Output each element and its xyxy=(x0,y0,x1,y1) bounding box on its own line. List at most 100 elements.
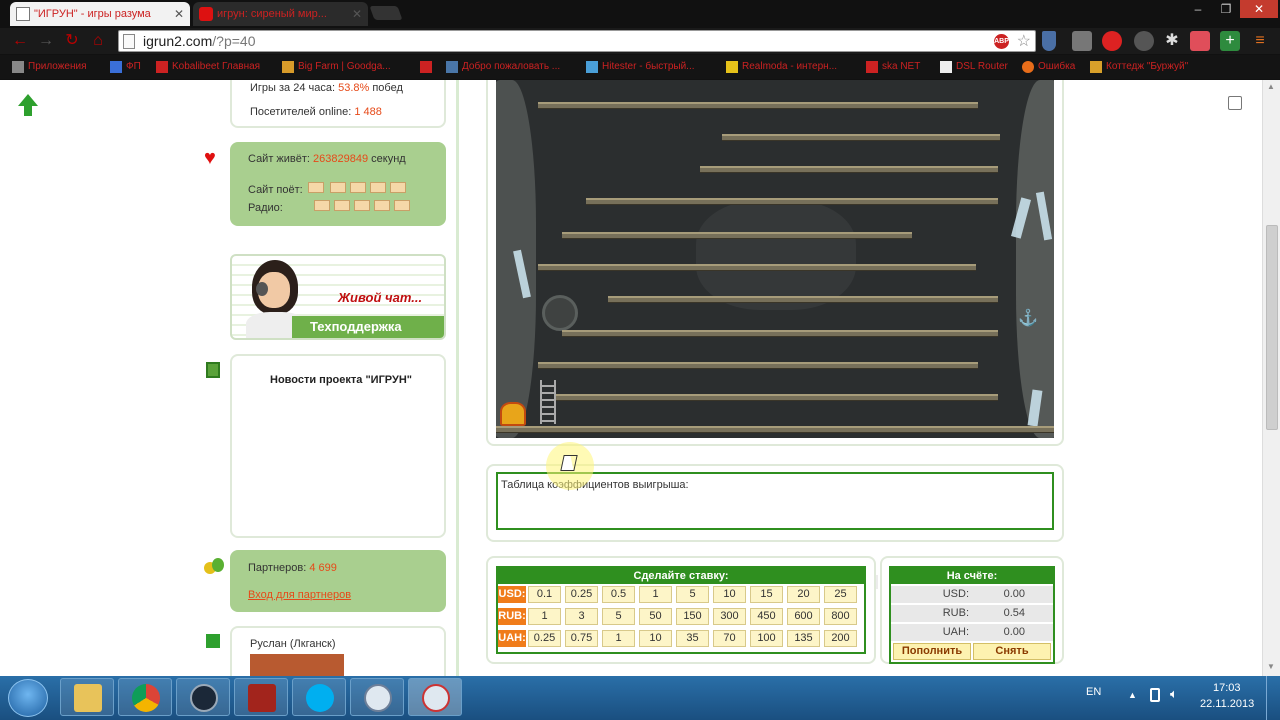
bet-button[interactable]: 800 xyxy=(824,608,857,625)
taskbar-skype[interactable] xyxy=(292,678,346,716)
radio-button[interactable] xyxy=(354,200,370,211)
game-canvas[interactable]: ⚓ xyxy=(496,80,1054,438)
dice-icon[interactable] xyxy=(1228,96,1242,110)
partners-count: Партнеров: 4 699 xyxy=(248,562,337,574)
bet-button[interactable]: 1 xyxy=(528,608,561,625)
bookmark-realmoda[interactable]: Realmoda - интерн... xyxy=(726,59,837,75)
gear-icon[interactable]: ✱ xyxy=(1162,31,1182,51)
scrollbar-thumb[interactable] xyxy=(1266,225,1278,430)
reload-icon[interactable]: ↻ xyxy=(62,31,82,51)
bet-button[interactable]: 10 xyxy=(639,630,672,647)
new-tab-button[interactable] xyxy=(369,6,403,20)
bookmark-error[interactable]: Ошибка xyxy=(1022,59,1075,75)
bookmark-ska[interactable]: ska NET xyxy=(866,59,920,75)
close-tab-icon[interactable]: ✕ xyxy=(174,2,184,26)
start-button[interactable] xyxy=(8,679,48,717)
clock-time[interactable]: 17:03 xyxy=(1213,682,1241,694)
radio-button[interactable] xyxy=(374,200,390,211)
bookmark-vk[interactable]: Добро пожаловать ... xyxy=(446,59,560,75)
forward-icon[interactable]: → xyxy=(36,31,56,51)
deposit-button[interactable]: Пополнить xyxy=(893,643,971,660)
bookmark-bigfarm[interactable]: Big Farm | Goodga... xyxy=(282,59,391,75)
bet-button[interactable]: 200 xyxy=(824,630,857,647)
back-icon[interactable]: ← xyxy=(10,31,30,51)
network-icon[interactable] xyxy=(1150,688,1160,702)
tab-youtube[interactable]: игрун: сиреный мир... ✕ xyxy=(193,2,368,26)
bet-button[interactable]: 0.25 xyxy=(528,630,561,647)
home-icon[interactable]: ⌂ xyxy=(88,31,108,51)
bookmark-hitester[interactable]: Hitester - быстрый... xyxy=(586,59,695,75)
bet-button[interactable]: 10 xyxy=(713,586,746,603)
bet-button[interactable]: 70 xyxy=(713,630,746,647)
bet-button[interactable]: 1 xyxy=(639,586,672,603)
bet-button[interactable]: 300 xyxy=(713,608,746,625)
game-row xyxy=(538,362,978,369)
bookmark-kobalibeet[interactable]: Kobalibeet Главная xyxy=(156,59,260,75)
taskbar-steam[interactable] xyxy=(176,678,230,716)
bet-button[interactable]: 600 xyxy=(787,608,820,625)
abp-icon[interactable]: ABP xyxy=(994,34,1009,49)
bookmark-apps[interactable]: Приложения xyxy=(12,59,87,75)
scroll-up-icon[interactable]: ▲ xyxy=(1267,82,1275,91)
bet-button[interactable]: 3 xyxy=(565,608,598,625)
show-hidden-icons[interactable]: ▲ xyxy=(1128,690,1137,700)
bookmark-fp[interactable]: ФП xyxy=(110,59,141,75)
bet-button[interactable]: 135 xyxy=(787,630,820,647)
bet-button[interactable]: 150 xyxy=(676,608,709,625)
taskbar-dota[interactable] xyxy=(234,678,288,716)
play-button[interactable] xyxy=(350,182,366,193)
extension-icon[interactable] xyxy=(1072,31,1092,51)
close-tab-icon[interactable]: ✕ xyxy=(352,2,362,26)
bet-button[interactable]: 0.1 xyxy=(528,586,561,603)
taskbar-recorder[interactable] xyxy=(408,678,462,716)
bet-button[interactable]: 1 xyxy=(602,630,635,647)
show-desktop-button[interactable] xyxy=(1266,676,1280,720)
maximize-button[interactable]: ❐ xyxy=(1212,0,1240,18)
close-window-button[interactable]: ✕ xyxy=(1240,0,1278,18)
partners-login-link[interactable]: Вход для партнеров xyxy=(248,589,351,601)
bookmark-cottage[interactable]: Коттедж "Буржуй" xyxy=(1090,59,1188,75)
star-icon[interactable]: ☆ xyxy=(1017,31,1031,51)
bet-button[interactable]: 50 xyxy=(639,608,672,625)
taskbar-explorer[interactable] xyxy=(60,678,114,716)
plus-icon[interactable]: + xyxy=(1220,31,1240,51)
record-icon[interactable] xyxy=(1102,31,1122,51)
bet-button[interactable]: 5 xyxy=(602,608,635,625)
bet-button[interactable]: 450 xyxy=(750,608,783,625)
live-chat-banner[interactable]: Живой чат... Техподдержка xyxy=(230,254,446,340)
menu-icon[interactable]: ≡ xyxy=(1250,31,1270,51)
shield-icon[interactable] xyxy=(1042,31,1056,51)
scroll-up-arrow-icon[interactable] xyxy=(18,94,38,106)
minimize-button[interactable]: – xyxy=(1184,0,1212,18)
bet-button[interactable]: 25 xyxy=(824,586,857,603)
pocket-icon[interactable] xyxy=(1190,31,1210,51)
tab-igrun[interactable]: "ИГРУН" - игры разума ✕ xyxy=(10,2,190,26)
bet-button[interactable]: 5 xyxy=(676,586,709,603)
volume-icon[interactable]: 🔈︎ xyxy=(1170,686,1178,702)
withdraw-button[interactable]: Снять xyxy=(973,643,1051,660)
taskbar-gadget[interactable] xyxy=(350,678,404,716)
taskbar-chrome[interactable] xyxy=(118,678,172,716)
scroll-down-icon[interactable]: ▼ xyxy=(1267,662,1275,671)
radio-button[interactable] xyxy=(334,200,350,211)
bookmark-dsl-router[interactable]: DSL Router xyxy=(940,59,1008,75)
play-button[interactable] xyxy=(308,182,324,193)
play-button[interactable] xyxy=(330,182,346,193)
address-bar[interactable]: igrun2.com/?p=40 ABP ☆ xyxy=(118,30,1036,52)
bet-button[interactable]: 15 xyxy=(750,586,783,603)
radio-button[interactable] xyxy=(314,200,330,211)
bookmark-icon-only[interactable] xyxy=(420,59,436,75)
play-button[interactable] xyxy=(370,182,386,193)
bet-button[interactable]: 0.75 xyxy=(565,630,598,647)
users-icon[interactable] xyxy=(1134,31,1154,51)
bet-button[interactable]: 35 xyxy=(676,630,709,647)
clock-date[interactable]: 22.11.2013 xyxy=(1200,698,1254,710)
bet-button[interactable]: 20 xyxy=(787,586,820,603)
bet-button[interactable]: 0.5 xyxy=(602,586,635,603)
bet-button[interactable]: 0.25 xyxy=(565,586,598,603)
bet-button[interactable]: 100 xyxy=(750,630,783,647)
language-indicator[interactable]: EN xyxy=(1086,686,1101,698)
radio-button[interactable] xyxy=(394,200,410,211)
page-scrollbar[interactable]: ▲ ▼ xyxy=(1262,80,1280,676)
play-button[interactable] xyxy=(390,182,406,193)
